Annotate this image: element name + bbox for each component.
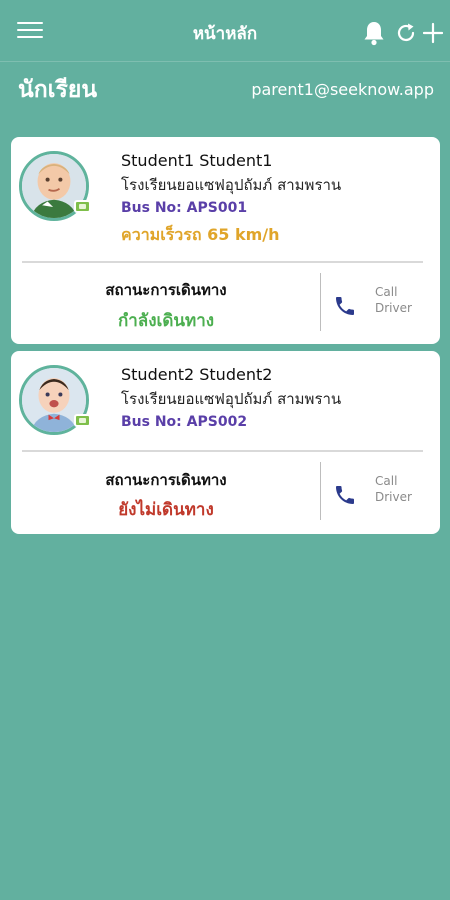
student-name: Student2 Student2 xyxy=(121,365,273,384)
phone-icon xyxy=(336,486,354,504)
status-label: สถานะการเดินทาง xyxy=(105,471,227,489)
school-name: โรงเรียนยอแซฟอุปถัมภ์ สามพราน xyxy=(121,176,342,194)
plus-icon[interactable] xyxy=(423,22,443,44)
section-title: นักเรียน xyxy=(18,77,98,103)
refresh-icon[interactable] xyxy=(395,22,417,44)
section-header: นักเรียน parent1@seeknow.app xyxy=(0,72,450,108)
student-card-1[interactable]: Student1 Student1 โรงเรียนยอแซฟอุปถัมภ์ … xyxy=(11,137,440,344)
id-card-badge-icon xyxy=(74,200,91,213)
bus-speed: ความเร็วรถ 65 km/h xyxy=(121,225,280,244)
call-driver-button[interactable]: Call Driver xyxy=(329,282,429,332)
student-info: Student1 Student1 โรงเรียนยอแซฟอุปถัมภ์ … xyxy=(121,151,341,246)
status-label: สถานะการเดินทาง xyxy=(105,281,227,299)
call-driver-button[interactable]: Call Driver xyxy=(329,471,429,521)
bus-number: Bus No: APS002 xyxy=(121,414,248,430)
status-value: ยังไม่เดินทาง xyxy=(118,500,214,520)
card-divider xyxy=(22,450,423,452)
top-navbar: หน้าหลัก xyxy=(0,0,450,62)
student-name: Student1 Student1 xyxy=(121,151,273,170)
school-name: โรงเรียนยอแซฟอุปถัมภ์ สามพราน xyxy=(121,390,342,408)
bell-icon[interactable] xyxy=(362,20,386,46)
id-card-badge-icon xyxy=(74,414,91,427)
card-divider xyxy=(22,261,423,263)
bus-number: Bus No: APS001 xyxy=(121,200,248,216)
call-driver-label: Call Driver xyxy=(375,474,412,504)
call-driver-label: Call Driver xyxy=(375,285,412,315)
phone-icon xyxy=(336,297,354,315)
status-value: กำลังเดินทาง xyxy=(117,311,215,331)
user-email: parent1@seeknow.app xyxy=(251,80,434,99)
student-info: Student2 Student2 โรงเรียนยอแซฟอุปถัมภ์ … xyxy=(121,365,341,432)
student-card-2[interactable]: Student2 Student2 โรงเรียนยอแซฟอุปถัมภ์ … xyxy=(11,351,440,534)
